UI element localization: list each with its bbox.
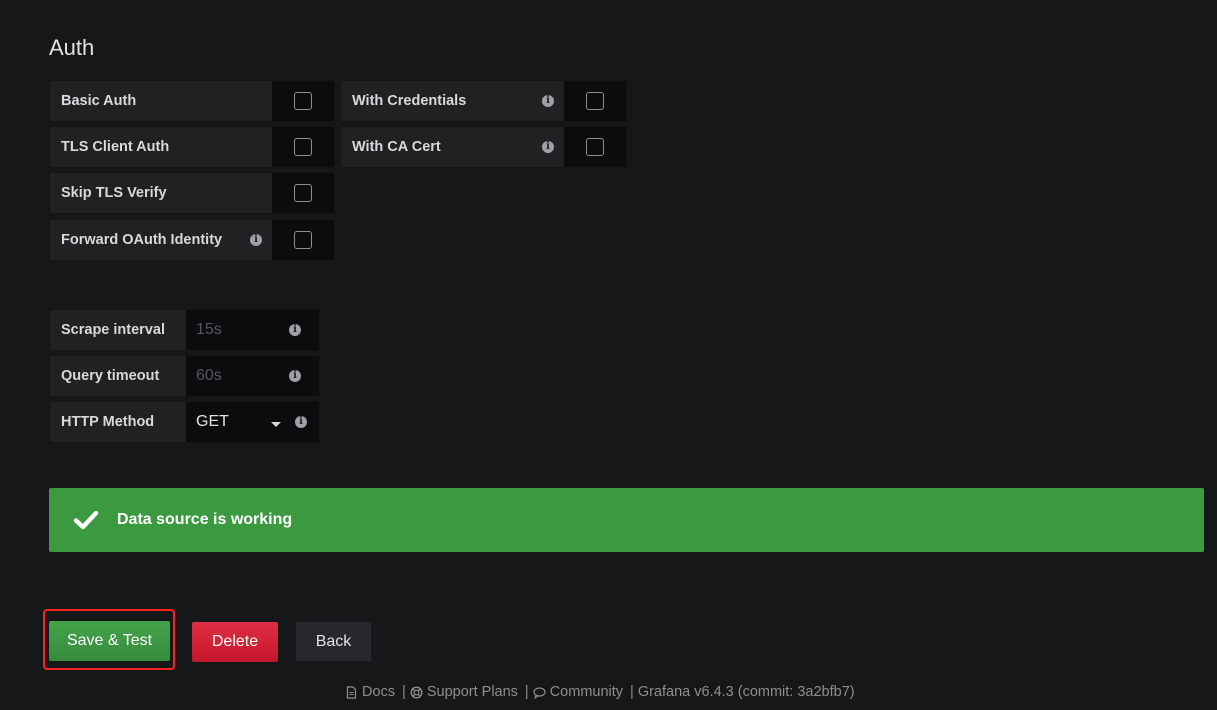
basic-auth-label: Basic Auth <box>50 81 272 121</box>
scrape-interval-input-cell: i <box>186 310 319 350</box>
basic-auth-checkbox-cell[interactable] <box>272 81 334 121</box>
with-credentials-label: With Credentials i <box>341 81 564 121</box>
query-timeout-label-text: Query timeout <box>61 368 160 384</box>
with-ca-cert-label: With CA Cert i <box>341 127 564 167</box>
scrape-interval-field: Scrape interval i <box>49 309 320 351</box>
alert-message: Data source is working <box>117 511 293 528</box>
basic-auth-field: Basic Auth <box>49 80 335 122</box>
footer-separator: | <box>524 684 529 700</box>
forward-oauth-checkbox[interactable] <box>294 231 312 249</box>
http-method-row: HTTP Method GET i <box>49 401 320 443</box>
query-timeout-row: Query timeout i <box>49 355 320 397</box>
success-alert: Data source is working <box>49 488 1204 552</box>
tls-client-auth-checkbox[interactable] <box>294 138 312 156</box>
http-method-field: HTTP Method GET i <box>49 401 320 443</box>
scrape-interval-label: Scrape interval <box>50 310 186 350</box>
footer-separator: | <box>402 684 406 700</box>
scrape-interval-label-text: Scrape interval <box>61 322 165 338</box>
http-method-value: GET <box>196 413 229 430</box>
datasource-settings-page: Auth Basic Auth With Credentials i TLS C… <box>0 0 1217 710</box>
auth-row-2: TLS Client Auth With CA Cert i <box>49 126 627 168</box>
http-method-label: HTTP Method <box>50 402 186 442</box>
info-circle-icon[interactable]: i <box>542 95 554 107</box>
http-method-label-text: HTTP Method <box>61 414 155 430</box>
info-circle-icon[interactable]: i <box>250 234 262 246</box>
info-circle-icon[interactable]: i <box>295 416 307 428</box>
with-credentials-field: With Credentials i <box>340 80 627 122</box>
with-ca-cert-checkbox-cell[interactable] <box>564 127 626 167</box>
query-timeout-field: Query timeout i <box>49 355 320 397</box>
auth-row-4: Forward OAuth Identity i <box>49 219 335 261</box>
footer-separator: | <box>630 684 634 700</box>
skip-tls-verify-field: Skip TLS Verify <box>49 172 335 214</box>
footer-docs-link[interactable]: Docs <box>362 684 395 700</box>
with-credentials-checkbox[interactable] <box>586 92 604 110</box>
tls-client-auth-checkbox-cell[interactable] <box>272 127 334 167</box>
query-timeout-input[interactable] <box>186 366 288 386</box>
tls-client-auth-label: TLS Client Auth <box>50 127 272 167</box>
back-button[interactable]: Back <box>295 621 372 662</box>
forward-oauth-label: Forward OAuth Identity i <box>50 220 272 260</box>
comments-icon <box>533 686 546 699</box>
query-timeout-input-cell: i <box>186 356 319 396</box>
skip-tls-verify-checkbox[interactable] <box>294 184 312 202</box>
auth-row-3: Skip TLS Verify <box>49 172 335 214</box>
auth-row-1: Basic Auth With Credentials i <box>49 80 627 122</box>
life-ring-icon <box>410 685 423 699</box>
basic-auth-label-text: Basic Auth <box>61 93 137 109</box>
with-ca-cert-field: With CA Cert i <box>340 126 627 168</box>
scrape-interval-input[interactable] <box>186 320 288 340</box>
with-ca-cert-checkbox[interactable] <box>586 138 604 156</box>
scrape-interval-row: Scrape interval i <box>49 309 320 351</box>
auth-section-title: Auth <box>49 35 95 60</box>
info-circle-icon[interactable]: i <box>542 141 554 153</box>
info-circle-icon[interactable]: i <box>289 324 301 336</box>
skip-tls-verify-label: Skip TLS Verify <box>50 173 272 213</box>
query-timeout-label: Query timeout <box>50 356 186 396</box>
tls-client-auth-field: TLS Client Auth <box>49 126 335 168</box>
footer-support-link[interactable]: Support Plans <box>427 684 518 700</box>
caret-down-icon[interactable] <box>271 422 281 427</box>
file-icon <box>346 685 357 699</box>
info-circle-icon[interactable]: i <box>289 370 301 382</box>
footer-community-link[interactable]: Community <box>550 684 623 700</box>
skip-tls-verify-checkbox-cell[interactable] <box>272 173 334 213</box>
footer-version: Grafana v6.4.3 (commit: 3a2bfb7) <box>637 684 855 700</box>
forward-oauth-checkbox-cell[interactable] <box>272 220 334 260</box>
basic-auth-checkbox[interactable] <box>294 92 312 110</box>
delete-button[interactable]: Delete <box>192 622 278 662</box>
with-credentials-checkbox-cell[interactable] <box>564 81 626 121</box>
forward-oauth-label-text: Forward OAuth Identity <box>61 232 223 248</box>
footer: Docs | Support Plans | Community | Grafa… <box>345 684 855 700</box>
http-method-select[interactable]: GET i <box>186 402 319 442</box>
forward-oauth-field: Forward OAuth Identity i <box>49 219 335 261</box>
skip-tls-verify-label-text: Skip TLS Verify <box>61 185 167 201</box>
with-ca-cert-label-text: With CA Cert <box>352 139 441 155</box>
tls-client-auth-label-text: TLS Client Auth <box>61 139 170 155</box>
with-credentials-label-text: With Credentials <box>352 93 467 109</box>
check-icon <box>73 510 99 530</box>
highlight-box <box>43 609 175 670</box>
